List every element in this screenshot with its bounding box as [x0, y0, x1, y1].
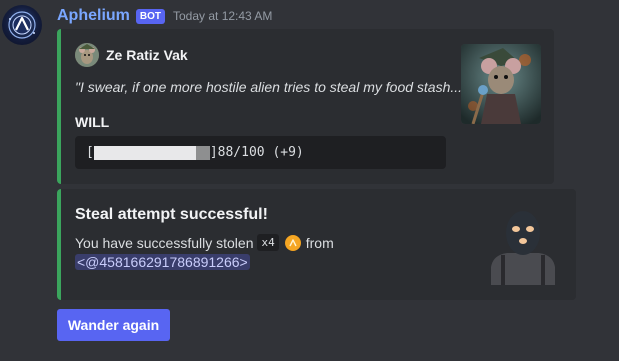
bot-tag: BOT — [135, 8, 165, 24]
character-thumbnail[interactable] — [461, 44, 541, 124]
bar-open-bracket: [ — [86, 145, 94, 160]
bot-avatar[interactable] — [2, 5, 42, 45]
will-value-text: ]88/100 (+9) — [209, 145, 304, 160]
timestamp[interactable]: Today at 12:43 AM — [173, 9, 272, 23]
aphelium-logo-icon — [8, 11, 36, 39]
embed-author: Ze Ratiz Vak — [75, 43, 188, 67]
embed-description: You have successfully stolen x4 from — [75, 234, 334, 251]
field-name-will: WILL — [75, 114, 110, 130]
thief-thumbnail[interactable] — [487, 205, 559, 285]
author-avatar-icon — [75, 43, 99, 67]
wander-again-button[interactable]: Wander again — [57, 309, 170, 341]
embed-quote: "I swear, if one more hostile alien trie… — [75, 79, 468, 95]
steal-result-embed: Steal attempt successful! You have succe… — [57, 189, 576, 300]
stolen-amount: x4 — [257, 234, 279, 251]
embed-title: Steal attempt successful! — [75, 206, 268, 223]
desc-suffix: from — [305, 234, 334, 251]
coin-icon — [284, 234, 301, 251]
message-header: Aphelium BOT Today at 12:43 AM — [57, 6, 272, 26]
will-progress-code-block: [ ]88/100 (+9) — [75, 136, 446, 169]
will-progress-bar — [93, 145, 210, 161]
character-embed: Ze Ratiz Vak "I swear, if one more hosti… — [57, 29, 554, 184]
username[interactable]: Aphelium — [57, 7, 130, 25]
embed-author-name: Ze Ratiz Vak — [106, 47, 188, 63]
user-mention[interactable]: <@458166291786891266> — [75, 254, 250, 270]
desc-prefix: You have successfully stolen — [75, 234, 254, 251]
